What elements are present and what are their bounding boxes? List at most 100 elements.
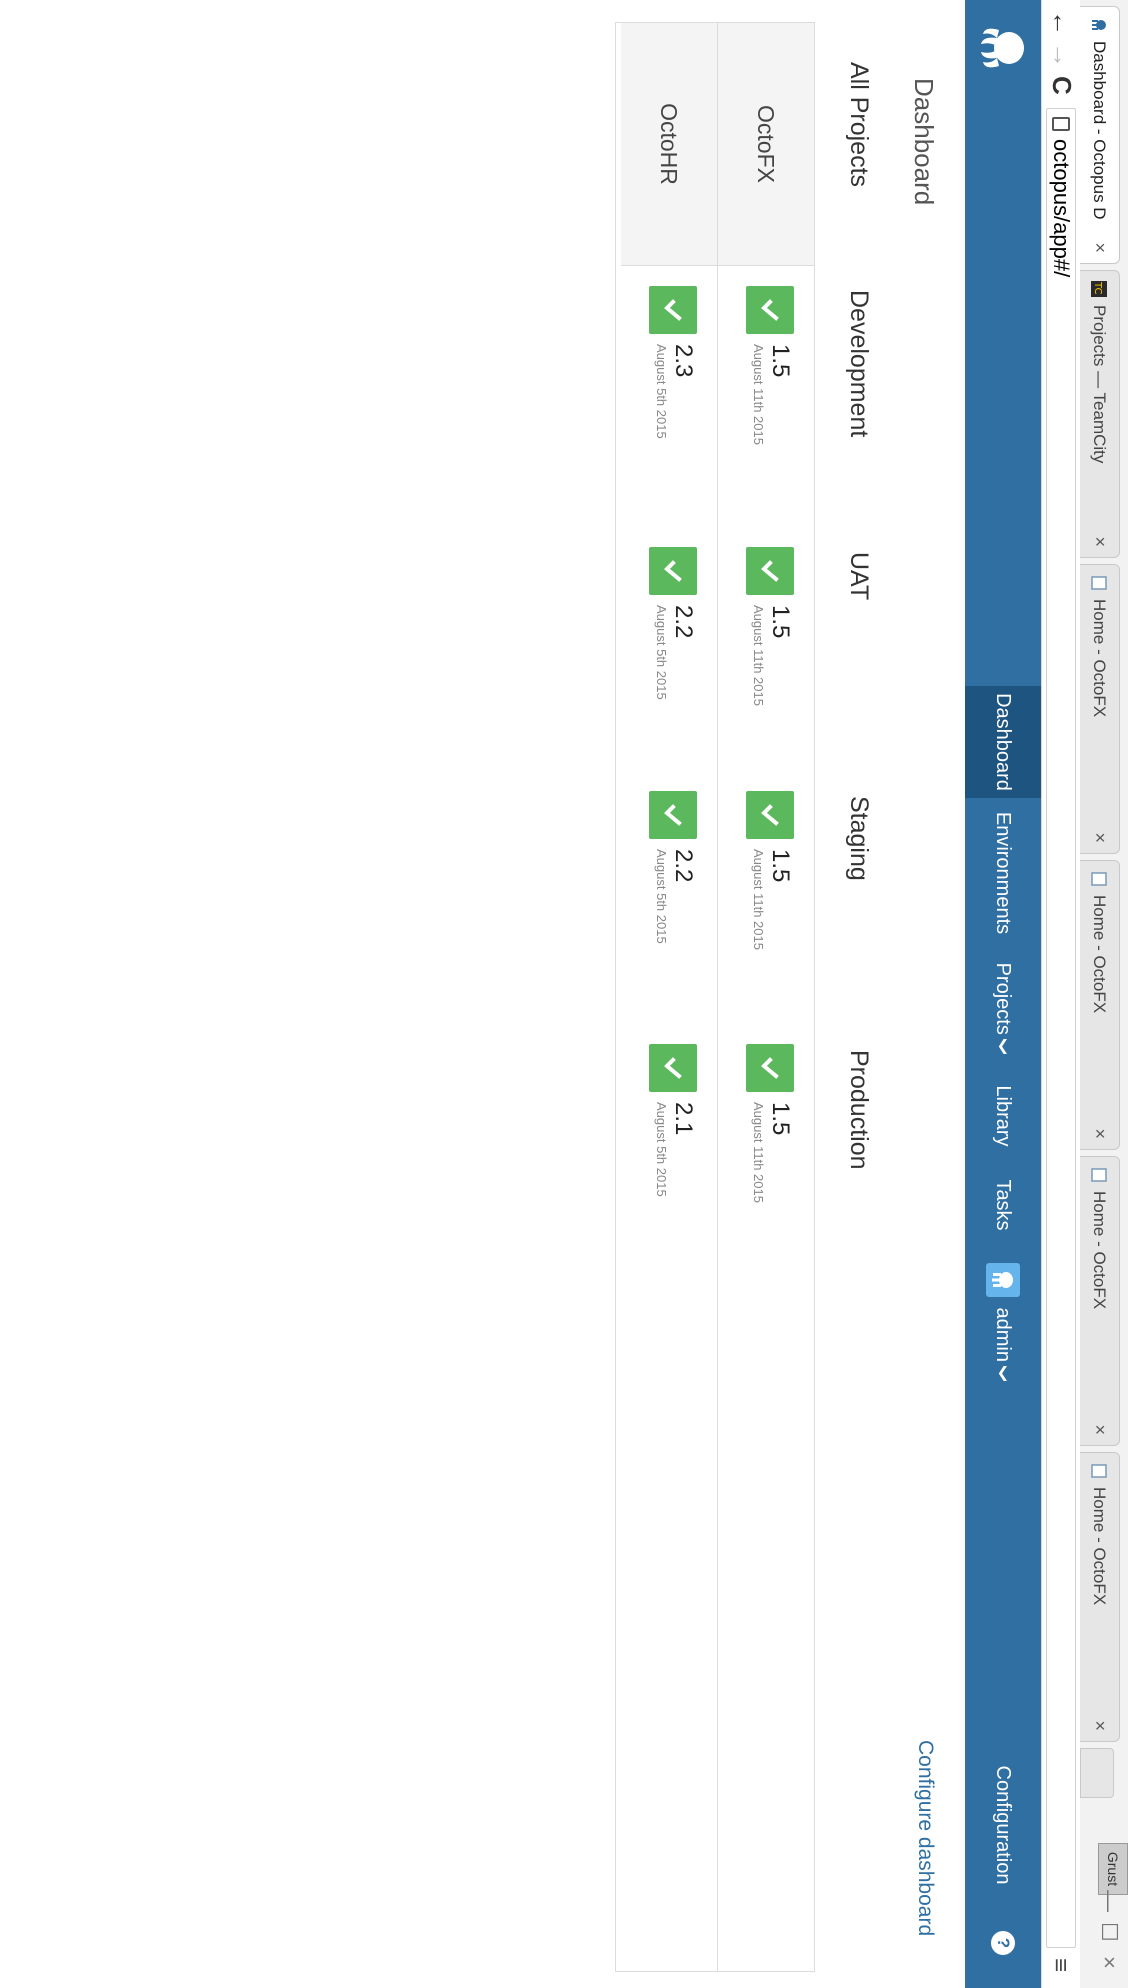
browser-tab-title: Home - OctoFX <box>1090 599 1110 718</box>
browser-tab-title: Home - OctoFX <box>1090 1191 1110 1310</box>
screen: Dashboard - Octopus D × TC Projects — Te… <box>0 0 1128 1988</box>
deployment-date: August 11th 2015 <box>751 849 766 950</box>
browser-tab-strip: Dashboard - Octopus D × TC Projects — Te… <box>1079 0 1128 1988</box>
release-version: 2.2 <box>670 849 697 883</box>
deployment-date: August 11th 2015 <box>751 1102 766 1203</box>
close-tab-icon[interactable]: × <box>1089 1424 1110 1435</box>
help-button[interactable]: ? <box>965 1918 1041 1968</box>
address-bar[interactable]: octopus/app#/ <box>1046 108 1076 1948</box>
project-name-cell[interactable]: OctoFX <box>718 23 814 266</box>
deployment-cell[interactable]: 2.2 August 5th 2015 <box>641 547 697 700</box>
deployment-cell[interactable]: 1.5 August 11th 2015 <box>738 1044 794 1203</box>
browser-tab-title: Home - OctoFX <box>1090 895 1110 1014</box>
success-check-icon <box>649 791 697 839</box>
deployment-cell[interactable]: 2.2 August 5th 2015 <box>641 791 697 944</box>
browser-tab-title: Projects — TeamCity <box>1090 305 1110 464</box>
browser-tab-home-octofx-3[interactable]: Home - OctoFX × <box>1080 1156 1120 1446</box>
table-row: OctoFX 1.5 August 11th 2015 1.5 August 1… <box>717 23 814 1971</box>
browser-tab-teamcity[interactable]: TC Projects — TeamCity × <box>1080 270 1120 558</box>
close-tab-icon[interactable]: × <box>1089 242 1110 253</box>
deployment-cell[interactable]: 1.5 August 11th 2015 <box>738 791 794 950</box>
help-icon: ? <box>991 1931 1015 1955</box>
back-arrow-icon[interactable]: ← <box>1046 10 1077 36</box>
nav-tasks[interactable]: Tasks <box>965 1164 1041 1246</box>
browser-tab-home-octofx-1[interactable]: Home - OctoFX × <box>1080 564 1120 854</box>
window-close-icon[interactable]: × <box>1096 1956 1122 1969</box>
page-icon <box>1052 117 1070 131</box>
nav-configuration[interactable]: Configuration <box>965 1745 1041 1905</box>
deployment-cell[interactable]: 2.3 August 5th 2015 <box>641 286 697 439</box>
deployment-cell[interactable]: 2.1 August 5th 2015 <box>641 1044 697 1197</box>
nav-projects-label: Projects <box>992 962 1015 1035</box>
release-version: 2.3 <box>670 344 697 378</box>
project-name-cell[interactable]: OctoHR <box>621 23 717 266</box>
column-header-staging: Staging <box>845 796 873 881</box>
success-check-icon <box>649 286 697 334</box>
configure-dashboard-link[interactable]: Configure dashboard <box>913 1740 937 1936</box>
browser-tab-title: Dashboard - Octopus D <box>1090 41 1110 220</box>
user-name: admin <box>992 1307 1015 1362</box>
success-check-icon <box>746 286 794 334</box>
release-version: 1.5 <box>767 1102 794 1136</box>
new-tab-button[interactable] <box>1080 1748 1114 1798</box>
deployment-date: August 11th 2015 <box>751 605 766 706</box>
column-header-all-projects: All Projects <box>845 62 873 188</box>
success-check-icon <box>746 791 794 839</box>
forward-arrow-icon[interactable]: → <box>1046 42 1077 68</box>
deployment-date: August 5th 2015 <box>654 344 669 439</box>
octopus-favicon-icon <box>1092 17 1108 33</box>
table-row: OctoHR 2.3 August 5th 2015 2.2 August 5t… <box>621 23 717 1971</box>
nav-dashboard[interactable]: Dashboard <box>965 686 1041 798</box>
dashboard-table: OctoFX 1.5 August 11th 2015 1.5 August 1… <box>615 22 815 1972</box>
column-header-production: Production <box>845 1050 873 1170</box>
reload-icon[interactable]: C <box>1046 76 1077 95</box>
teamcity-icon: TC <box>1091 281 1108 297</box>
page-icon <box>1091 1463 1108 1479</box>
nav-user-menu[interactable]: admin ❯ <box>965 1246 1041 1398</box>
browser-toolbar: ← → C octopus/app#/ ≡ <box>1041 0 1080 1988</box>
minimize-icon[interactable]: — <box>1096 1890 1122 1912</box>
close-tab-icon[interactable]: × <box>1089 536 1110 547</box>
nav-environments[interactable]: Environments <box>965 798 1041 948</box>
deployment-date: August 5th 2015 <box>654 605 669 700</box>
page-icon <box>1091 575 1108 591</box>
svg-text:TC: TC <box>1093 281 1104 295</box>
browser-tab-home-octofx-2[interactable]: Home - OctoFX × <box>1080 860 1120 1150</box>
release-version: 1.5 <box>767 605 794 639</box>
browser-menu-icon[interactable]: ≡ <box>1046 1958 1074 1972</box>
column-header-development: Development <box>845 290 873 438</box>
browser-tab-title: Home - OctoFX <box>1090 1487 1110 1606</box>
app-navbar: Dashboard Environments Projects ❯ Librar… <box>965 0 1041 1988</box>
success-check-icon <box>746 1044 794 1092</box>
close-tab-icon[interactable]: × <box>1089 1720 1110 1731</box>
octopus-logo-icon[interactable] <box>975 20 1031 76</box>
browser-tab-home-octofx-4[interactable]: Home - OctoFX × <box>1080 1452 1120 1742</box>
chevron-down-icon: ❯ <box>996 1038 1010 1056</box>
close-tab-icon[interactable]: × <box>1089 832 1110 843</box>
release-version: 1.5 <box>767 849 794 883</box>
close-tab-icon[interactable]: × <box>1089 1128 1110 1139</box>
deployment-cell[interactable]: 1.5 August 11th 2015 <box>738 286 794 445</box>
main-content: Dashboard Configure dashboard All Projec… <box>0 0 965 1988</box>
nav-projects[interactable]: Projects ❯ <box>965 948 1041 1068</box>
deployment-date: August 5th 2015 <box>654 849 669 944</box>
release-version: 2.1 <box>670 1102 697 1136</box>
chevron-down-icon: ❯ <box>996 1365 1010 1383</box>
success-check-icon <box>746 547 794 595</box>
deployment-date: August 11th 2015 <box>751 344 766 445</box>
release-version: 1.5 <box>767 344 794 378</box>
browser-tab-dashboard[interactable]: Dashboard - Octopus D × <box>1080 6 1120 264</box>
page-icon <box>1091 1167 1108 1183</box>
deployment-date: August 5th 2015 <box>654 1102 669 1197</box>
success-check-icon <box>649 547 697 595</box>
maximize-icon[interactable]: ☐ <box>1096 1922 1122 1942</box>
nav-library[interactable]: Library <box>965 1068 1041 1164</box>
column-header-uat: UAT <box>845 552 873 601</box>
profile-button[interactable]: Grust <box>1098 1843 1128 1895</box>
page-title: Dashboard <box>909 78 939 206</box>
success-check-icon <box>649 1044 697 1092</box>
avatar <box>986 1263 1020 1298</box>
deployment-cell[interactable]: 1.5 August 11th 2015 <box>738 547 794 706</box>
release-version: 2.2 <box>670 605 697 639</box>
url-text: octopus/app#/ <box>1049 139 1074 278</box>
